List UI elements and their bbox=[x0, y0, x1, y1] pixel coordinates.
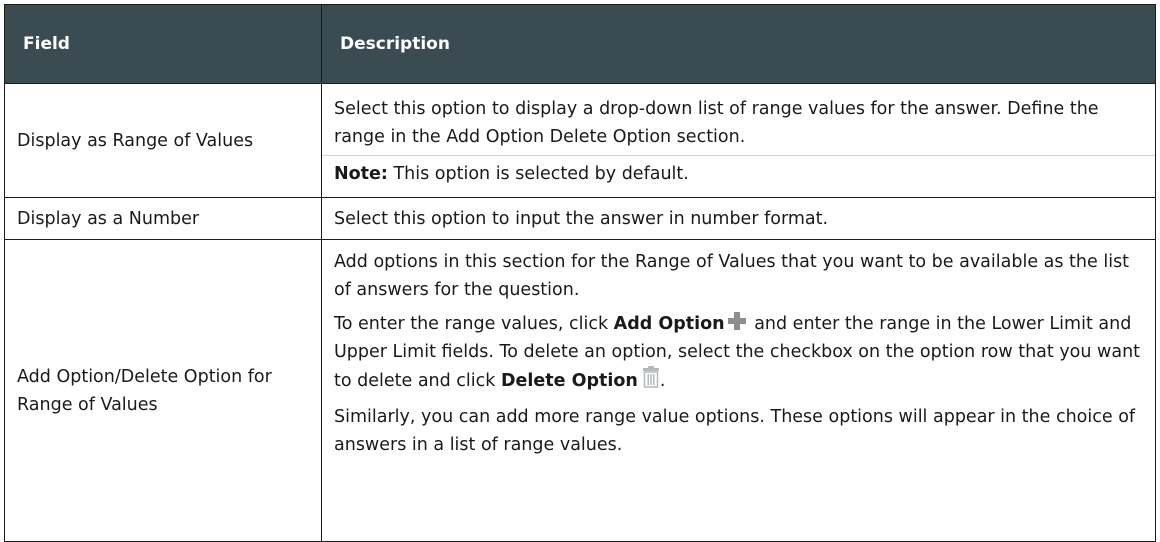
text-run: . bbox=[659, 371, 666, 391]
text-run: To enter the range values, click bbox=[334, 314, 614, 334]
row-description: Select this option to display a drop-dow… bbox=[321, 83, 1156, 198]
trash-icon bbox=[642, 366, 660, 397]
table-row: Display as Range of Values Select this o… bbox=[4, 83, 1156, 198]
row-field: Display as a Number bbox=[4, 197, 322, 240]
note-label: Note: bbox=[334, 164, 388, 184]
row-field: Add Option/Delete Option for Range of Va… bbox=[4, 239, 322, 542]
description-text: To enter the range values, click Add Opt… bbox=[334, 310, 1143, 397]
table-header-row: Field Description bbox=[4, 4, 1156, 84]
row-field: Display as Range of Values bbox=[4, 83, 322, 198]
add-option-label: Add Option bbox=[613, 314, 725, 334]
note-text: This option is selected by default. bbox=[387, 164, 689, 184]
note-block: Note: This option is selected by default… bbox=[322, 155, 1155, 192]
description-text: Add options in this section for the Rang… bbox=[334, 252, 1130, 300]
table-row: Display as a Number Select this option t… bbox=[4, 197, 1156, 240]
header-field: Field bbox=[4, 4, 322, 84]
delete-option-label: Delete Option bbox=[500, 371, 638, 391]
description-text: Select this option to display a drop-dow… bbox=[334, 99, 1099, 147]
description-text: Similarly, you can add more range value … bbox=[334, 407, 1136, 455]
header-description: Description bbox=[321, 4, 1156, 84]
plus-icon bbox=[727, 311, 747, 331]
row-description: Select this option to input the answer i… bbox=[321, 197, 1156, 240]
table-row: Add Option/Delete Option for Range of Va… bbox=[4, 239, 1156, 542]
field-description-table: Field Description Display as Range of Va… bbox=[4, 4, 1156, 542]
row-description: Add options in this section for the Rang… bbox=[321, 239, 1156, 542]
